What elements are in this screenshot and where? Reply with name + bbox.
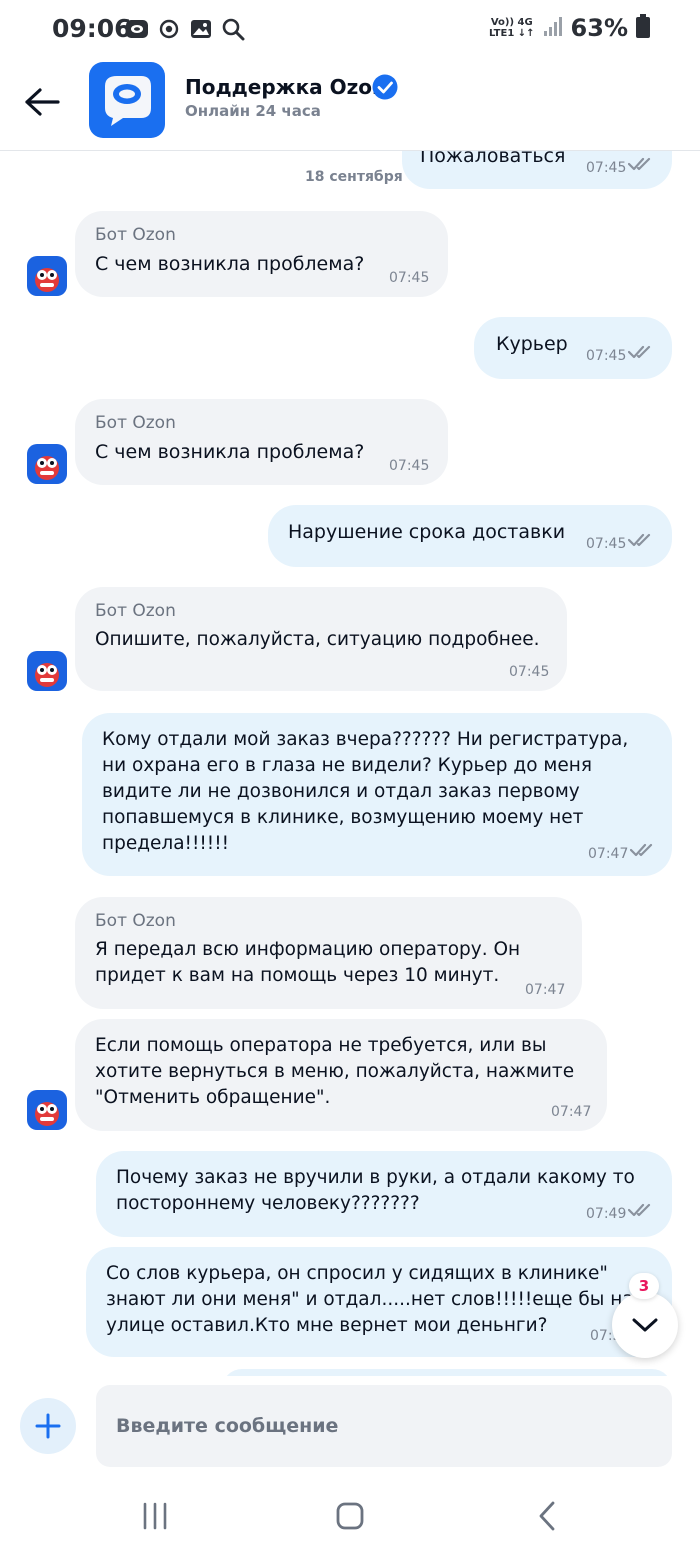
message-incoming[interactable]: Если помощь оператора не требуется, или … (75, 1019, 607, 1131)
chat-subtitle: Онлайн 24 часа (185, 102, 321, 120)
message-incoming[interactable]: Бот Ozon С чем возникла проблема? 07:45 (75, 399, 448, 485)
double-check-icon (628, 157, 651, 171)
chevron-left-icon (539, 1501, 555, 1531)
message-outgoing[interactable]: Нарушение срока доставки 07:45 (268, 505, 672, 567)
message-text: Курьер (496, 333, 568, 355)
double-check-icon (628, 345, 651, 359)
message-outgoing[interactable]: Пожаловаться 07:45 (402, 151, 672, 189)
double-check-icon (628, 1203, 651, 1217)
double-check-icon (628, 533, 651, 547)
message-text: С чем возникла проблема? (95, 253, 365, 275)
home-button[interactable] (320, 1494, 380, 1538)
message-time: 07:45 (586, 536, 627, 552)
system-nav-bar (0, 1476, 700, 1556)
message-outgoing[interactable] (222, 1369, 672, 1376)
recent-apps-icon (143, 1502, 167, 1530)
message-text: Кому отдали мой заказ вчера?????? Ни рег… (102, 729, 635, 854)
attach-button[interactable] (20, 1398, 76, 1454)
message-sender: Бот Ozon (95, 413, 176, 433)
scroll-to-bottom-button[interactable] (612, 1292, 678, 1358)
ozon-logo-icon (105, 76, 151, 126)
message-time: 07:45 (389, 458, 430, 474)
message-time: 07:45 (509, 664, 550, 680)
signal-icon (543, 15, 563, 41)
message-list[interactable]: Пожаловаться 07:45 18 сентября Бот Ozon … (0, 151, 700, 1376)
plus-icon (35, 1413, 61, 1439)
double-check-icon (630, 843, 653, 857)
gallery-icon (188, 16, 214, 42)
message-time: 07:45 (586, 160, 627, 176)
message-text: Нарушение срока доставки (288, 521, 566, 543)
battery-icon (636, 14, 650, 42)
chat-title: Поддержка Ozon (185, 75, 387, 99)
network-indicator: Vo)) 4G LTE1 ↓↑ (489, 17, 535, 39)
message-incoming[interactable]: Бот Ozon Я передал всю информацию операт… (75, 897, 582, 1009)
message-app-icon (124, 16, 150, 42)
date-separator: 18 сентября (305, 169, 403, 185)
message-incoming[interactable]: Бот Ozon С чем возникла проблема? 07:45 (75, 211, 448, 297)
composer (0, 1376, 700, 1476)
message-sender: Бот Ozon (95, 601, 176, 621)
back-button[interactable] (20, 80, 64, 124)
chevron-down-icon (632, 1318, 658, 1332)
message-text: Если помощь оператора не требуется, или … (95, 1035, 580, 1108)
message-text: Опишите, пожалуйста, ситуацию подробнее. (95, 629, 540, 650)
status-bar: 09:06 Vo)) 4G LTE1 ↓↑ 63% (0, 0, 700, 60)
network-lte: LTE1 ↓↑ (488, 28, 535, 39)
message-outgoing[interactable]: Курьер 07:45 (474, 317, 672, 379)
network-type: Vo)) 4G (490, 17, 533, 28)
message-time: 07:45 (389, 270, 430, 286)
status-right: Vo)) 4G LTE1 ↓↑ 63% (489, 14, 650, 42)
support-avatar[interactable] (89, 62, 165, 138)
message-sender: Бот Ozon (95, 911, 176, 931)
message-time: 07:47 (551, 1104, 592, 1120)
message-outgoing[interactable]: Со слов курьера, он спросил у сидящих в … (86, 1247, 672, 1357)
message-input[interactable] (96, 1385, 672, 1467)
message-text: Пожаловаться (420, 151, 566, 167)
home-icon (336, 1502, 364, 1530)
message-outgoing[interactable]: Кому отдали мой заказ вчера?????? Ни рег… (82, 713, 672, 876)
battery-percent: 63% (570, 14, 628, 42)
bot-avatar (27, 256, 67, 296)
message-outgoing[interactable]: Почему заказ не вручили в руки, а отдали… (96, 1151, 672, 1237)
message-time: 07:45 (586, 348, 627, 364)
message-time: 07:47 (588, 846, 629, 862)
bot-avatar (27, 444, 67, 484)
sync-icon (156, 16, 182, 42)
message-sender: Бот Ozon (95, 225, 176, 245)
message-text: Со слов курьера, он спросил у сидящих в … (106, 1263, 634, 1336)
message-time: 07:49 (586, 1206, 627, 1222)
chat-header: Поддержка Ozon Онлайн 24 часа (0, 60, 700, 151)
message-text: С чем возникла проблема? (95, 441, 365, 463)
bot-avatar (27, 651, 67, 691)
system-back-button[interactable] (517, 1494, 577, 1538)
bot-avatar (27, 1090, 67, 1130)
message-time: 07:47 (525, 982, 566, 998)
verified-icon (372, 74, 398, 100)
message-incoming[interactable]: Бот Ozon Опишите, пожалуйста, ситуацию п… (75, 587, 567, 691)
status-icons (124, 16, 246, 42)
recent-apps-button[interactable] (125, 1494, 185, 1538)
message-text: Почему заказ не вручили в руки, а отдали… (116, 1167, 641, 1214)
status-time: 09:06 (52, 14, 132, 43)
arrow-left-icon (25, 88, 60, 116)
message-text: Я передал всю информацию оператору. Он п… (95, 939, 527, 986)
unread-badge: 3 (629, 1273, 659, 1299)
search-icon (220, 16, 246, 42)
